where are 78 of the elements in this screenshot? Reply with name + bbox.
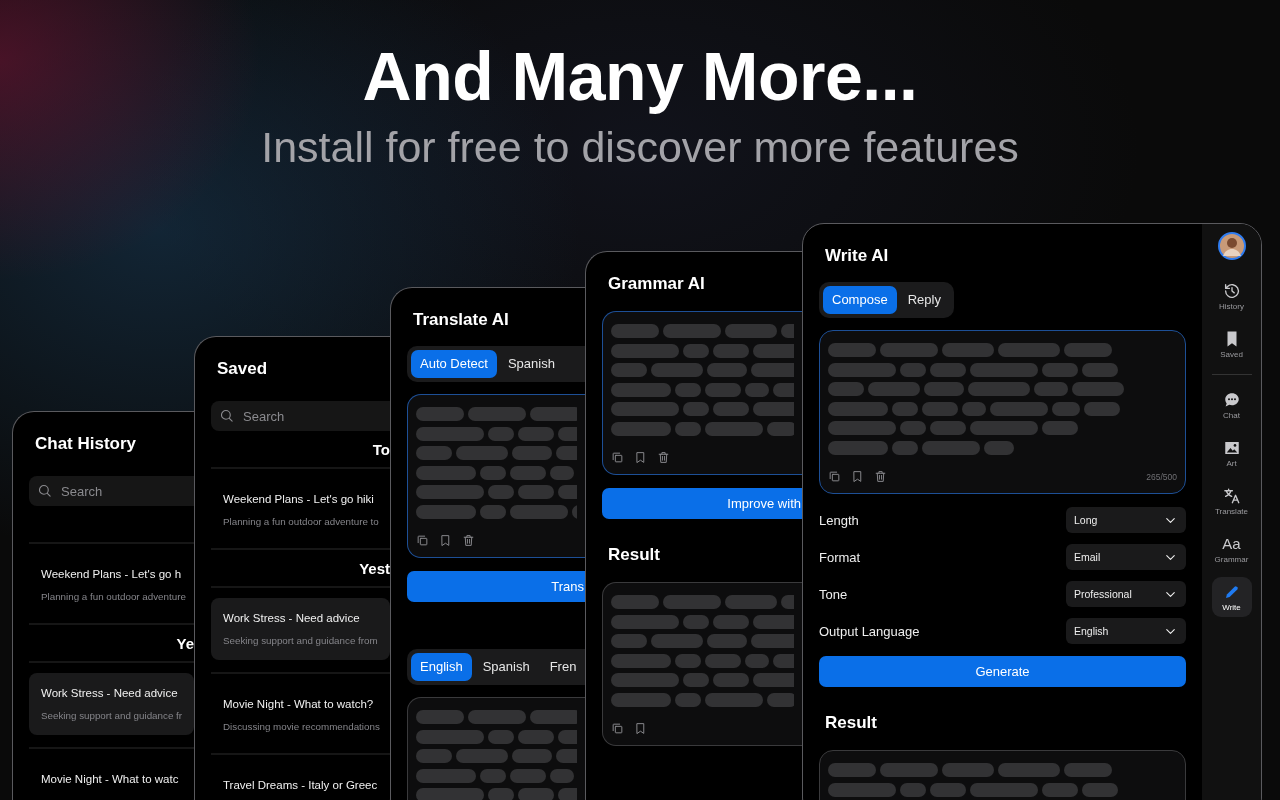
copy-icon[interactable] <box>828 470 841 483</box>
window-title: Chat History <box>35 433 137 455</box>
chat-icon <box>1222 391 1241 409</box>
translate-icon <box>1222 487 1241 505</box>
copy-icon[interactable] <box>611 722 624 735</box>
input-box[interactable]: 265/500 <box>819 330 1186 494</box>
image-icon <box>1222 439 1241 457</box>
section-title: Result <box>825 712 877 734</box>
dropdown[interactable]: English <box>1066 618 1186 644</box>
bookmark-icon[interactable] <box>851 470 864 483</box>
dropdown[interactable]: Email <box>1066 544 1186 570</box>
item-preview: Seeking support and guidance fr <box>41 709 183 723</box>
input-box[interactable] <box>602 311 802 475</box>
action-button[interactable]: Generate <box>819 656 1186 687</box>
bookmark-icon[interactable] <box>634 722 647 735</box>
action-button[interactable]: Improve with <box>602 488 802 519</box>
sidebar-item[interactable]: Translate <box>1211 481 1252 521</box>
list-item[interactable]: Weekend Plans - Let's go hiki Planning a fun outdoor adventure to <box>223 491 378 529</box>
item-title: Work Stress - Need advice <box>41 686 178 701</box>
tab[interactable]: English <box>411 653 472 681</box>
section-header: To <box>372 440 390 458</box>
setting-label: Tone <box>819 586 848 602</box>
tab[interactable]: Spanish <box>498 350 555 378</box>
search-field[interactable]: Search <box>211 401 390 431</box>
list-item[interactable]: Work Stress - Need advice Seeking support and guidance from <box>211 598 390 660</box>
tab[interactable]: Auto Detect <box>411 350 497 378</box>
delete-icon[interactable] <box>462 534 475 547</box>
item-preview: Planning a fun outdoor adventure to <box>223 515 379 529</box>
search-field[interactable]: Search <box>29 476 194 506</box>
tab[interactable]: Compose <box>823 286 897 314</box>
copy-icon[interactable] <box>416 534 429 547</box>
bookmark-icon[interactable] <box>439 534 452 547</box>
section-header: Ye <box>176 634 194 652</box>
item-preview: Seeking support and guidance from <box>223 634 378 648</box>
input-box[interactable] <box>407 394 585 558</box>
sidebar-item[interactable]: History <box>1211 276 1252 316</box>
section-header: Yest <box>359 559 390 577</box>
list-item[interactable]: Movie Night - What to watch? Discussing movie recommendations <box>223 696 378 734</box>
delete-icon[interactable] <box>874 470 887 483</box>
item-title: Movie Night - What to watch? <box>223 697 374 712</box>
headline: And Many More... <box>362 38 918 114</box>
sidebar-item[interactable]: Art <box>1211 433 1252 473</box>
list-item[interactable]: Movie Night - What to watc <box>41 771 179 787</box>
setting-label: Format <box>819 549 861 565</box>
item-title: Weekend Plans - Let's go hiki <box>223 492 374 507</box>
sidebar-item[interactable]: Saved <box>1211 324 1252 364</box>
window-title: Saved <box>217 358 268 380</box>
item-preview: Discussing movie recommendations <box>223 720 380 734</box>
setting-label: Output Language <box>819 623 920 639</box>
bookmark-icon[interactable] <box>634 451 647 464</box>
window-title: Grammar AI <box>608 273 705 295</box>
copy-icon[interactable] <box>611 451 624 464</box>
glyph-icon: Aa <box>1222 535 1241 553</box>
tab[interactable]: Reply <box>898 286 950 314</box>
setting-label: Length <box>819 512 859 528</box>
character-counter: 265/500 <box>1146 471 1177 482</box>
delete-icon[interactable] <box>657 451 670 464</box>
tab[interactable]: Spanish <box>473 653 539 681</box>
dropdown[interactable]: Long <box>1066 507 1186 533</box>
dropdown[interactable]: Professional <box>1066 581 1186 607</box>
list-item[interactable]: Work Stress - Need advice Seeking support and guidance fr <box>29 673 194 735</box>
sidebar-item[interactable]: Write <box>1211 577 1252 617</box>
avatar[interactable] <box>1217 232 1246 260</box>
search-icon <box>219 408 234 423</box>
tab[interactable]: Fren <box>540 653 577 681</box>
item-title: Weekend Plans - Let's go h <box>41 567 182 582</box>
sidebar-item[interactable]: Chat <box>1211 385 1252 425</box>
action-button[interactable]: Trans <box>407 571 585 602</box>
item-title: Work Stress - Need advice <box>223 611 360 626</box>
history-icon <box>1222 282 1241 300</box>
sidebar-item[interactable]: Aa Grammar <box>1211 529 1252 569</box>
list-item[interactable]: Travel Dreams - Italy or Greec <box>223 777 378 793</box>
search-icon <box>37 483 52 498</box>
subtitle: Install for free to discover more features <box>261 122 1019 172</box>
item-preview: Planning a fun outdoor adventure <box>41 590 186 604</box>
window-title: Write AI <box>825 245 889 267</box>
window-title: Translate AI <box>413 309 509 331</box>
section-title: Result <box>608 544 660 566</box>
